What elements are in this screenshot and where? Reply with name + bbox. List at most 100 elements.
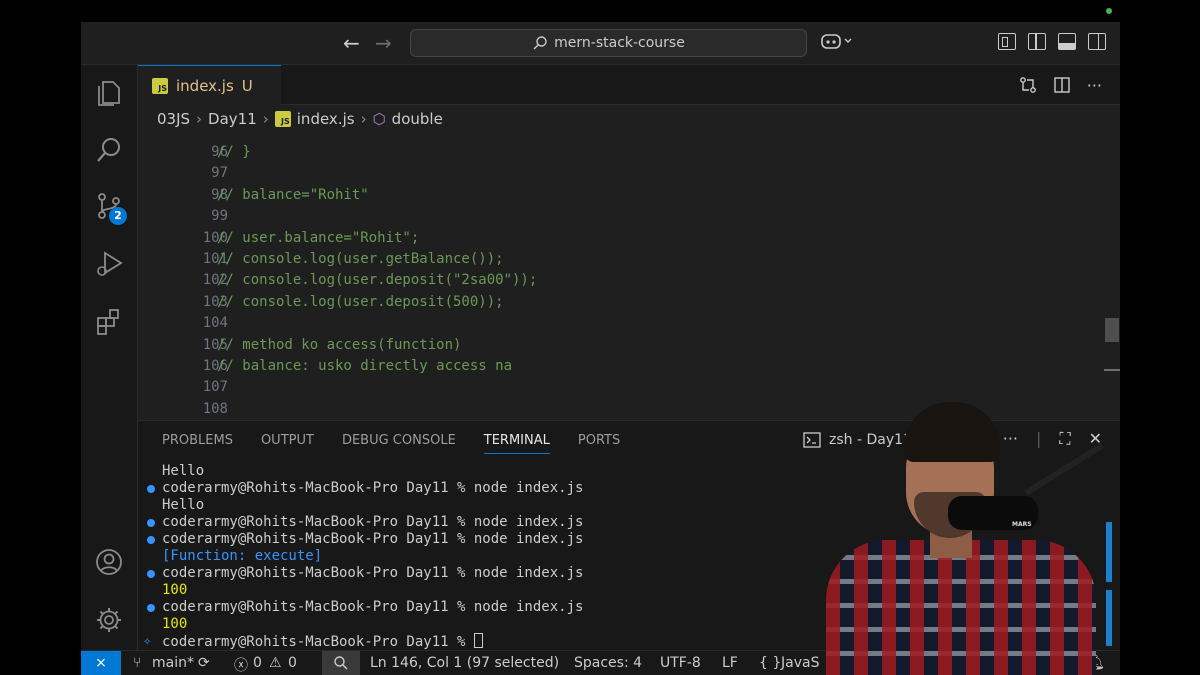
line-number: 100 <box>202 229 228 246</box>
terminal-text: 100 <box>162 582 188 598</box>
scrollbar-marker <box>1104 369 1120 371</box>
command-center-search[interactable]: mern-stack-course <box>410 29 807 57</box>
breadcrumb-item[interactable]: index.js <box>297 110 355 128</box>
code-line[interactable]: 103// console.log(user.deposit(500)); <box>138 292 1098 313</box>
code-text: // method ko access(function) <box>217 336 462 353</box>
sync-icon[interactable]: ⟳ <box>198 655 210 671</box>
encoding[interactable]: UTF-8 <box>660 655 701 671</box>
webcam-overlay: MARS <box>806 400 1120 675</box>
toggle-secondary-sidebar-icon[interactable] <box>1088 33 1106 50</box>
explorer-icon[interactable] <box>94 77 124 107</box>
warning-count[interactable]: 0 <box>288 655 297 671</box>
code-line[interactable]: 97 <box>138 163 1098 184</box>
microphone-label: MARS <box>1012 521 1032 528</box>
line-number: 106 <box>202 358 228 374</box>
terminal-text: coderarmy@Rohits-MacBook-Pro Day11 % <box>162 634 474 650</box>
tab-output[interactable]: OUTPUT <box>261 433 314 454</box>
compare-changes-icon[interactable] <box>1019 76 1037 94</box>
account-icon[interactable] <box>94 547 124 577</box>
code-line[interactable]: 101// console.log(user.getBalance()); <box>138 249 1098 270</box>
code-line[interactable]: 99 <box>138 206 1098 227</box>
breadcrumb-item[interactable]: Day11 <box>208 110 257 128</box>
line-number: 96 <box>211 144 228 160</box>
code-editor[interactable]: 96// } 97 98// balance="Rohit" 99 100// user… <box>138 133 1120 420</box>
breadcrumb: 03JS › Day11 › JS index.js › ⬡ double <box>138 105 1120 133</box>
warning-icon[interactable]: ⚠ <box>269 655 282 671</box>
code-text: // console.log(user.deposit(500)); <box>217 293 504 310</box>
indentation[interactable]: Spaces: 4 <box>574 655 642 671</box>
tab-index-js[interactable]: JS index.js U <box>138 65 281 105</box>
code-line[interactable]: 105// method ko access(function) <box>138 335 1098 356</box>
zoom-icon[interactable] <box>322 651 360 675</box>
titlebar: ← → mern-stack-course <box>81 22 1120 65</box>
extensions-icon[interactable] <box>94 307 124 337</box>
copilot-icon[interactable] <box>821 32 855 54</box>
run-debug-icon[interactable] <box>94 249 124 279</box>
terminal-text: coderarmy@Rohits-MacBook-Pro Day11 % nod… <box>162 565 584 581</box>
remote-indicator-icon[interactable]: ⨯ <box>81 651 121 675</box>
search-icon[interactable] <box>94 135 124 165</box>
editor-actions: ··· <box>1019 76 1102 95</box>
forward-arrow-icon[interactable]: → <box>375 32 392 54</box>
tab-problems[interactable]: PROBLEMS <box>162 433 233 454</box>
sparkle-icon: ✧ <box>143 633 152 649</box>
line-endings[interactable]: LF <box>722 655 738 671</box>
terminal-text: coderarmy@Rohits-MacBook-Pro Day11 % nod… <box>162 514 584 530</box>
command-decoration-icon[interactable] <box>147 536 155 544</box>
line-number: 107 <box>202 379 228 396</box>
branch-name[interactable]: main* <box>152 655 194 671</box>
settings-gear-icon[interactable] <box>94 605 124 635</box>
code-text: // } <box>217 144 251 160</box>
editor-scrollbar[interactable] <box>1104 133 1120 420</box>
source-control-badge: 2 <box>109 207 127 225</box>
code-line[interactable]: 104 <box>138 313 1098 334</box>
source-branch-icon: ⑂ <box>133 655 142 671</box>
code-line[interactable]: 96// } <box>138 142 1098 163</box>
command-decoration-icon[interactable] <box>147 485 155 493</box>
error-icon[interactable]: ⓧ <box>234 655 248 675</box>
presenter-hair <box>904 402 1000 462</box>
toggle-primary-sidebar-icon[interactable] <box>1028 33 1046 50</box>
layout-controls <box>998 33 1106 50</box>
activity-bar: 2 <box>81 65 138 650</box>
customize-layout-icon[interactable] <box>998 33 1016 50</box>
command-decoration-icon[interactable] <box>147 519 155 527</box>
code-line[interactable]: 102// console.log(user.deposit("2sa00"))… <box>138 270 1098 291</box>
command-decoration-icon[interactable] <box>147 570 155 578</box>
terminal-text: coderarmy@Rohits-MacBook-Pro Day11 % nod… <box>162 531 584 547</box>
tab-terminal[interactable]: TERMINAL <box>483 433 550 454</box>
code-line[interactable]: 106// balance: usko directly access na <box>138 356 1098 377</box>
tab-debug-console[interactable]: DEBUG CONSOLE <box>342 433 456 454</box>
code-text: // console.log(user.getBalance()); <box>217 251 504 267</box>
back-arrow-icon[interactable]: ← <box>343 32 360 54</box>
line-number: 101 <box>202 251 228 267</box>
top-strip <box>81 0 1120 22</box>
javascript-file-icon: JS <box>152 77 168 94</box>
chevron-right-icon: › <box>262 110 269 128</box>
scrollbar-thumb[interactable] <box>1105 318 1119 342</box>
code-line[interactable]: 107 <box>138 377 1098 398</box>
line-number: 98 <box>211 186 228 203</box>
cursor-position[interactable]: Ln 146, Col 1 (97 selected) <box>370 655 559 671</box>
breadcrumb-item[interactable]: double <box>392 110 443 128</box>
terminal-text: Hello <box>162 463 205 479</box>
error-count[interactable]: 0 <box>253 655 262 671</box>
tab-filename: index.js <box>176 76 234 95</box>
more-actions-icon[interactable]: ··· <box>1087 76 1102 95</box>
command-decoration-icon[interactable] <box>147 604 155 612</box>
terminal-text: coderarmy@Rohits-MacBook-Pro Day11 % nod… <box>162 599 584 615</box>
code-text: // balance: usko directly access na <box>217 358 513 374</box>
tab-ports[interactable]: PORTS <box>578 433 620 454</box>
code-line[interactable]: 98// balance="Rohit" <box>138 185 1098 206</box>
line-number: 105 <box>202 336 228 353</box>
breadcrumb-item[interactable]: 03JS <box>157 110 190 128</box>
line-number: 108 <box>202 400 228 417</box>
terminal-cursor <box>473 633 483 648</box>
split-editor-icon[interactable] <box>1053 76 1071 94</box>
presenter-shirt <box>826 540 1096 675</box>
mic-cable <box>1106 590 1112 646</box>
line-number: 102 <box>202 272 228 289</box>
toggle-panel-icon[interactable] <box>1058 33 1076 50</box>
code-line[interactable]: 100// user.balance="Rohit"; <box>138 228 1098 249</box>
line-number: 99 <box>211 208 228 225</box>
